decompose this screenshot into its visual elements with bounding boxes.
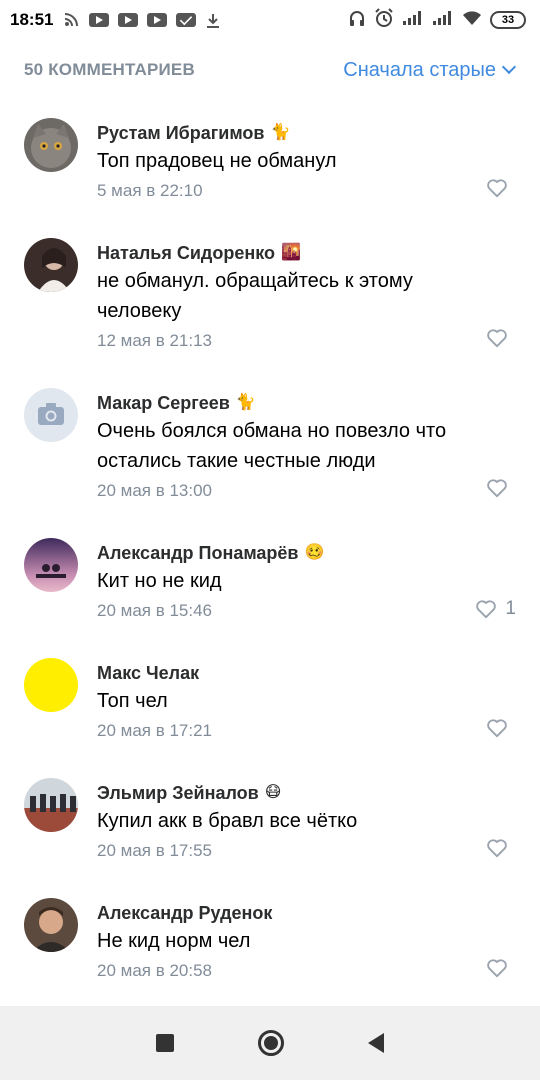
avatar[interactable]	[24, 388, 78, 442]
comments-count: 50 КОММЕНТАРИЕВ	[24, 60, 195, 79]
avatar[interactable]	[24, 658, 78, 712]
status-time: 18:51	[10, 10, 54, 29]
author-name[interactable]: Александр Руденок	[97, 900, 477, 926]
mask-face-emoji-icon: 😷	[264, 784, 282, 801]
comment-date[interactable]: 20 мая в 20:58	[97, 957, 477, 985]
back-button[interactable]	[368, 1033, 384, 1053]
like-button[interactable]	[486, 958, 516, 978]
like-button[interactable]	[486, 478, 516, 498]
recent-apps-button[interactable]	[156, 1034, 174, 1052]
like-count: 1	[505, 598, 516, 619]
alarm-icon	[374, 7, 394, 33]
cat-emoji-icon: 🐈	[235, 394, 256, 411]
comment-item: Эльмир Зейналов 😷 Купил акк в бравл все ч…	[0, 764, 540, 884]
sunset-emoji-icon: 🌇	[280, 244, 301, 261]
wifi-icon	[462, 10, 482, 31]
battery-indicator: 33	[490, 11, 526, 29]
comment-body: Эльмир Зейналов 😷 Купил акк в бравл все ч…	[97, 780, 477, 865]
comment-text: Очень боялся обмана но повезло что остал…	[97, 420, 447, 472]
system-nav-bar	[0, 1006, 540, 1080]
comments-header: 50 КОММЕНТАРИЕВ Сначала старые	[0, 54, 540, 86]
comment-date[interactable]: 20 мая в 13:00	[97, 477, 477, 505]
author-name[interactable]: Рустам Ибрагимов 🐈	[97, 120, 477, 146]
comment-item: Рустам Ибрагимов 🐈 Топ прадовец не обману…	[0, 104, 540, 224]
comment-date[interactable]: 20 мая в 17:21	[97, 717, 477, 745]
avatar[interactable]	[24, 778, 78, 832]
youtube-icon	[118, 13, 139, 27]
camera-icon	[38, 403, 64, 425]
comment-item: Наталья Сидоренко 🌇 не обманул. обращайте…	[0, 224, 540, 374]
comment-date[interactable]: 12 мая в 21:13	[97, 327, 477, 355]
heart-icon	[487, 959, 507, 978]
comment-body: Макс Челак Топ чел 20 мая в 17:21	[97, 660, 477, 745]
heart-icon	[487, 329, 507, 348]
like-button[interactable]	[486, 178, 516, 198]
avatar[interactable]	[24, 238, 78, 292]
author-name[interactable]: Макс Челак	[97, 660, 477, 686]
signal-icon	[432, 10, 454, 31]
heart-icon	[487, 179, 507, 198]
author-name[interactable]: Эльмир Зейналов 😷	[97, 780, 477, 806]
comment-item: Макс Челак Топ чел 20 мая в 17:21	[0, 644, 540, 764]
avatar[interactable]	[24, 538, 78, 592]
rss-icon	[64, 13, 80, 27]
like-button[interactable]	[486, 718, 516, 738]
comment-text: Топ прадовец не обманул	[97, 150, 337, 172]
mail-icon	[176, 13, 197, 27]
signal-icon	[402, 10, 424, 31]
comment-item: Макар Сергеев 🐈 Очень боялся обмана но по…	[0, 374, 540, 524]
like-button[interactable]: 1	[475, 598, 516, 620]
comment-body: Александр Руденок Не кид норм чел 20 мая…	[97, 900, 477, 985]
comment-date[interactable]: 5 мая в 22:10	[97, 177, 477, 205]
cat-emoji-icon: 🐈	[270, 124, 291, 141]
heart-icon	[487, 719, 507, 738]
comment-item: Александр Руденок Не кид норм чел 20 мая…	[0, 884, 540, 1004]
comment-text: Топ чел	[97, 690, 168, 712]
comment-body: Макар Сергеев 🐈 Очень боялся обмана но по…	[97, 390, 477, 505]
download-icon	[205, 13, 221, 28]
comment-text: Кит но не кид	[97, 570, 222, 592]
comment-date[interactable]: 20 мая в 15:46	[97, 597, 477, 625]
youtube-icon	[147, 13, 168, 27]
author-name[interactable]: Макар Сергеев 🐈	[97, 390, 477, 416]
avatar[interactable]	[24, 118, 78, 172]
comment-item: Александр Понамарёв 🥴 Кит но не кид 20 ма…	[0, 524, 540, 644]
like-button[interactable]	[486, 838, 516, 858]
heart-icon	[487, 839, 507, 858]
youtube-icon	[89, 13, 110, 27]
author-name[interactable]: Александр Понамарёв 🥴	[97, 540, 477, 566]
comment-text: не обманул. обращайтесь к этому человеку	[97, 270, 413, 322]
author-name[interactable]: Наталья Сидоренко 🌇	[97, 240, 477, 266]
comment-text: Купил акк в бравл все чётко	[97, 810, 358, 832]
avatar[interactable]	[24, 898, 78, 952]
status-bar: 18:51 33	[0, 0, 540, 40]
chevron-down-icon	[501, 59, 517, 75]
heart-icon	[476, 600, 497, 619]
comment-date[interactable]: 20 мая в 17:55	[97, 837, 477, 865]
comment-body: Рустам Ибрагимов 🐈 Топ прадовец не обману…	[97, 120, 477, 205]
home-button[interactable]	[258, 1030, 284, 1056]
sort-label: Сначала старые	[343, 58, 496, 81]
sort-dropdown[interactable]: Сначала старые	[343, 58, 517, 82]
woozy-face-emoji-icon: 🥴	[304, 544, 325, 561]
like-button[interactable]	[486, 328, 516, 348]
comment-body: Наталья Сидоренко 🌇 не обманул. обращайте…	[97, 240, 477, 355]
heart-icon	[487, 479, 507, 498]
comment-text: Не кид норм чел	[97, 930, 251, 952]
headphones-icon	[348, 9, 366, 32]
comment-body: Александр Понамарёв 🥴 Кит но не кид 20 ма…	[97, 540, 477, 625]
